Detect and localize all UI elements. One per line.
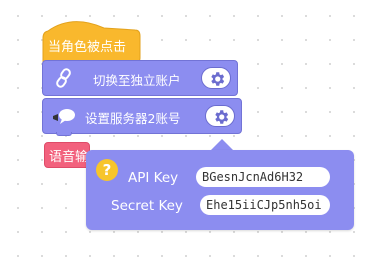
block-notch [56,132,72,136]
switch-account-label: 切换至独立账户 [93,73,181,88]
speech-output-label: 语音输 [49,150,89,165]
speech-bubble-icon [51,107,77,131]
when-sprite-clicked-block[interactable]: 当角色被点击 [42,16,141,62]
api-key-label: API Key [128,170,179,186]
set-server-settings-button[interactable] [205,105,235,127]
account-settings-popup: ? API Key Secret Key [86,150,354,230]
set-server-account-label: 设置服务器2账号 [85,111,181,126]
gear-icon [215,110,229,124]
switch-account-settings-button[interactable] [201,67,231,89]
gear-icon [211,72,225,86]
when-sprite-clicked-label: 当角色被点击 [48,40,127,55]
link-chain-icon [53,67,75,93]
switch-account-block[interactable]: 切换至独立账户 [42,60,238,96]
help-icon[interactable]: ? [96,159,118,181]
secret-key-label: Secret Key [111,198,183,214]
set-server-account-block[interactable]: 设置服务器2账号 [42,98,242,134]
secret-key-input[interactable] [200,195,330,215]
speech-output-block[interactable]: 语音输 [44,142,90,168]
api-key-input[interactable] [196,167,330,187]
